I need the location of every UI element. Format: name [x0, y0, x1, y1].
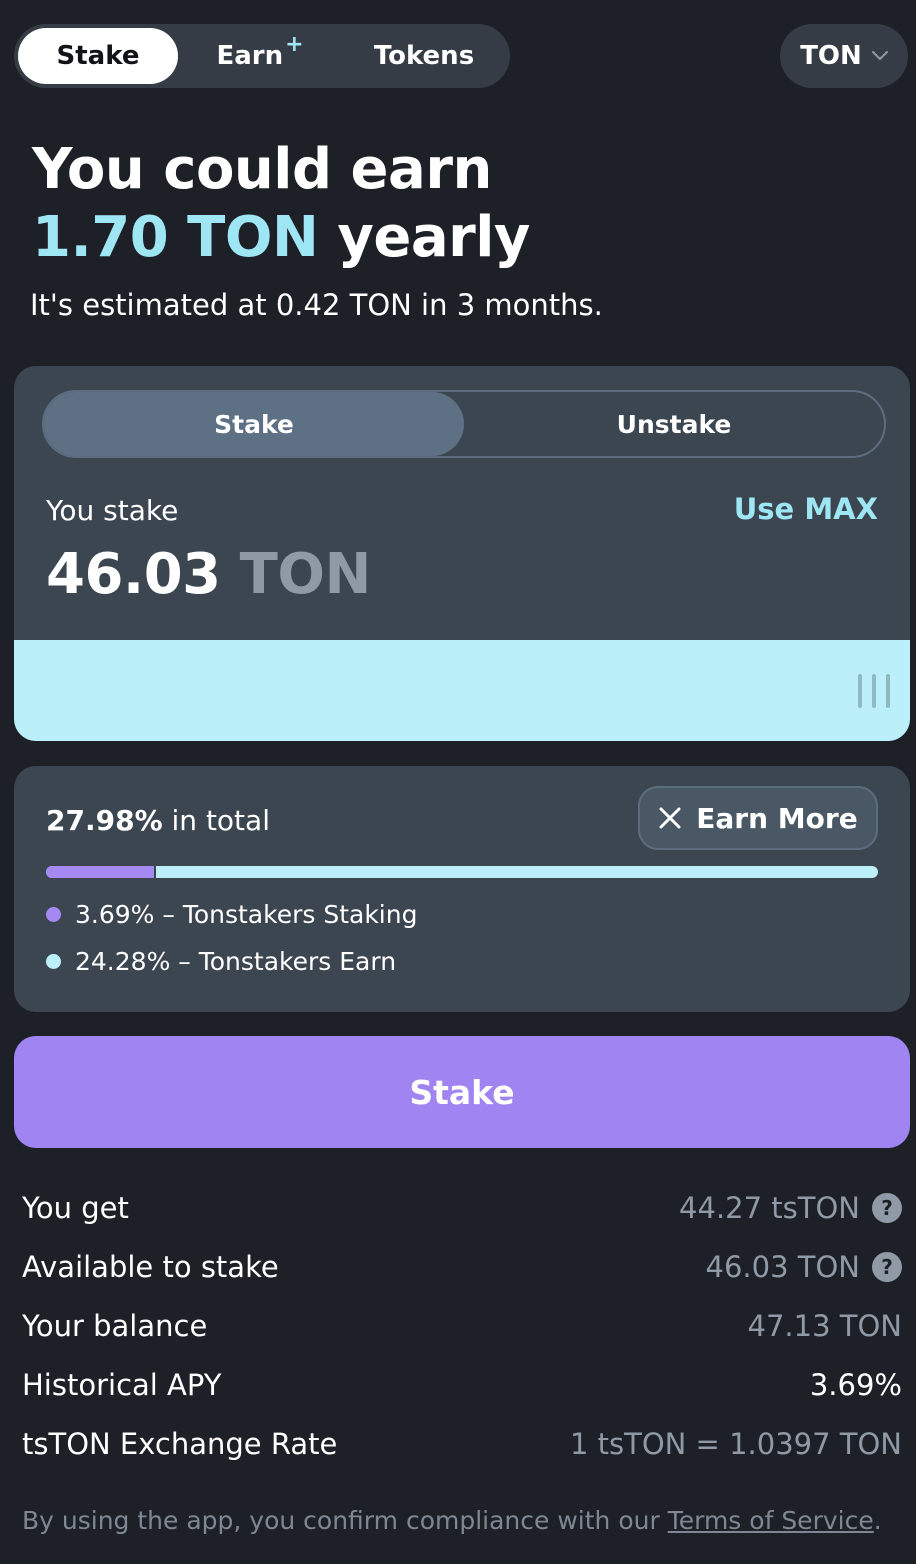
stake-unstake-toggle: Stake Unstake	[42, 390, 886, 458]
token-selector-label: TON	[800, 41, 862, 71]
tab-earn-label: Earn	[216, 41, 284, 71]
info-label: Your balance	[22, 1308, 208, 1343]
info-row-exchange-rate: tsTON Exchange Rate 1 tsTON = 1.0397 TON	[22, 1414, 902, 1473]
info-value: 3.69%	[809, 1367, 902, 1402]
info-row-balance: Your balance 47.13 TON	[22, 1296, 902, 1355]
earn-more-label: Earn More	[696, 801, 858, 835]
stake-summary: You get 44.27 tsTON ? Available to stake…	[22, 1178, 902, 1473]
apy-total: 27.98% in total	[46, 804, 270, 837]
apy-staking-segment	[46, 866, 156, 878]
footer-text: By using the app, you confirm compliance…	[22, 1506, 668, 1535]
estimate-subline: It's estimated at 0.42 TON in 3 months.	[30, 288, 603, 322]
earnings-headline: You could earn 1.70 TON yearly	[32, 136, 530, 272]
tab-earn[interactable]: Earn +	[178, 28, 342, 84]
compliance-footer: By using the app, you confirm compliance…	[22, 1506, 882, 1535]
apy-card: 27.98% in total Earn More 3.69% – Tonsta…	[14, 766, 910, 1012]
use-max-button[interactable]: Use MAX	[734, 492, 878, 526]
slider-grip-icon[interactable]	[858, 674, 890, 708]
legend-staking-text: 3.69% – Tonstakers Staking	[75, 900, 418, 929]
earn-plus-badge: +	[285, 31, 304, 57]
apy-total-value: 27.98%	[46, 804, 163, 837]
purple-dot-icon	[46, 907, 61, 922]
headline-line1: You could earn	[32, 137, 492, 202]
info-value: 47.13 TON	[747, 1308, 902, 1343]
tab-tokens[interactable]: Tokens	[342, 28, 506, 84]
mode-unstake-button[interactable]: Unstake	[464, 392, 884, 456]
apy-split-bar	[46, 866, 878, 878]
mode-unstake-label: Unstake	[616, 409, 732, 439]
info-value: 1 tsTON = 1.0397 TON	[569, 1426, 902, 1461]
top-tab-bar: Stake Earn + Tokens	[14, 24, 510, 88]
info-label: Available to stake	[22, 1249, 279, 1284]
info-value: 46.03 TON ?	[706, 1250, 902, 1284]
cyan-dot-icon	[46, 954, 61, 969]
stake-amount-value: 46.03	[46, 542, 221, 607]
headline-line2: 1.70 TON yearly	[32, 204, 530, 272]
legend-earn-text: 24.28% – Tonstakers Earn	[75, 947, 397, 976]
tab-stake-label: Stake	[56, 41, 140, 71]
footer-end: .	[873, 1506, 882, 1535]
headline-amount: 1.70 TON	[32, 205, 319, 270]
token-selector[interactable]: TON	[780, 24, 908, 88]
apy-total-suffix: in total	[162, 804, 270, 837]
legend-staking: 3.69% – Tonstakers Staking	[46, 900, 417, 929]
tab-tokens-label: Tokens	[373, 41, 475, 71]
stake-amount-unit: TON	[220, 542, 372, 607]
tab-stake[interactable]: Stake	[18, 28, 178, 84]
chevron-down-icon	[871, 51, 888, 61]
you-stake-label: You stake	[46, 494, 179, 527]
stake-submit-button[interactable]: Stake	[14, 1036, 910, 1148]
help-icon[interactable]: ?	[872, 1192, 902, 1223]
info-label: Historical APY	[22, 1367, 222, 1402]
info-value-text: 46.03 TON	[705, 1249, 860, 1284]
info-row-available: Available to stake 46.03 TON ?	[22, 1237, 902, 1296]
stake-card: Stake Unstake You stake Use MAX 46.03 TO…	[14, 366, 910, 741]
info-label: tsTON Exchange Rate	[22, 1426, 338, 1461]
help-icon[interactable]: ?	[872, 1251, 902, 1282]
info-row-apy: Historical APY 3.69%	[22, 1355, 902, 1414]
mode-stake-label: Stake	[214, 409, 294, 439]
info-label: You get	[22, 1190, 129, 1225]
mode-stake-button[interactable]: Stake	[44, 392, 464, 456]
terms-of-service-link[interactable]: Terms of Service	[668, 1506, 874, 1535]
info-value-text: 44.27 tsTON	[679, 1190, 860, 1225]
stake-amount-input[interactable]: 46.03 TON	[46, 542, 371, 607]
headline-suffix: yearly	[318, 205, 530, 270]
legend-earn: 24.28% – Tonstakers Earn	[46, 947, 396, 976]
close-icon	[659, 807, 681, 829]
stake-amount-slider[interactable]	[14, 640, 910, 741]
info-value: 44.27 tsTON ?	[679, 1191, 902, 1225]
info-row-you-get: You get 44.27 tsTON ?	[22, 1178, 902, 1237]
earn-more-button[interactable]: Earn More	[638, 786, 878, 850]
